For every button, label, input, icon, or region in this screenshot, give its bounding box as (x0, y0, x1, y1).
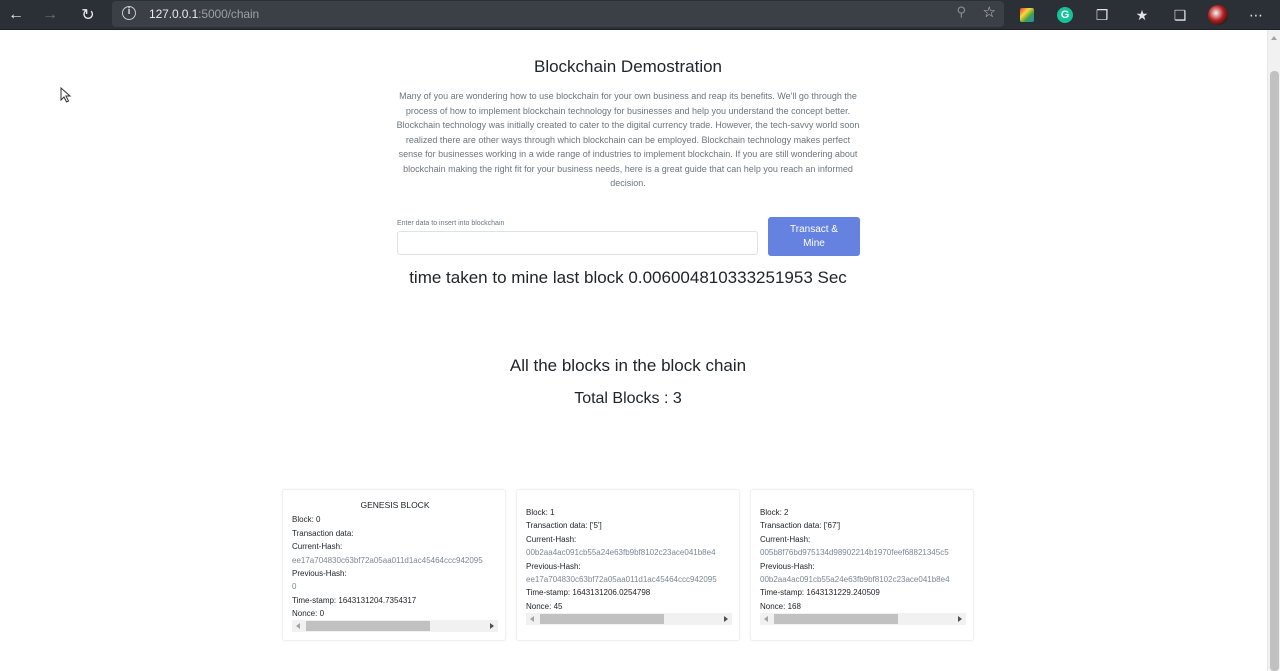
card-horizontal-scrollbar[interactable] (292, 620, 498, 632)
favorite-add-icon[interactable]: ☆ (983, 3, 996, 21)
card-horizontal-scrollbar[interactable] (760, 613, 966, 625)
data-input-label: Enter data to insert into blockchain (397, 220, 505, 227)
page-content: Blockchain Demostration Many of you are … (0, 30, 1266, 671)
current-hash-value: 005b8f76bd975134d98902214b1970feef688213… (760, 548, 949, 558)
collections-icon[interactable]: ❏ (1171, 6, 1189, 24)
current-hash-label: Current-Hash: (526, 534, 577, 544)
scroll-left-icon[interactable] (530, 616, 534, 622)
current-hash-value: ee17a704830c63bf72a05aa011d1ac45464ccc94… (292, 555, 483, 565)
mine-time-text: time taken to mine last block 0.00600481… (409, 268, 847, 287)
url-path: :5000/chain (198, 7, 260, 21)
timestamp: Time-stamp: 1643131206.0254798 (526, 588, 651, 598)
block-number: Block: 2 (760, 508, 789, 517)
previous-hash-label: Previous-Hash: (292, 569, 347, 579)
previous-hash-value: 0 (292, 582, 297, 592)
timestamp: Time-stamp: 1643131229.240509 (760, 588, 880, 598)
forward-icon[interactable]: → (34, 0, 66, 30)
transaction-data: Transaction data: ['5'] (526, 521, 602, 531)
previous-hash-label: Previous-Hash: (526, 561, 581, 571)
genesis-block-title: GENESIS BLOCK (360, 500, 430, 510)
transaction-data: Transaction data: (292, 528, 354, 538)
transact-mine-button[interactable]: Transact & Mine (768, 217, 860, 256)
card-horizontal-scrollbar[interactable] (526, 613, 732, 625)
previous-hash-value: ee17a704830c63bf72a05aa011d1ac45464ccc94… (526, 575, 717, 585)
previous-hash-label: Previous-Hash: (760, 561, 815, 571)
color-extension-icon[interactable] (1020, 8, 1034, 22)
data-input[interactable] (397, 231, 758, 255)
block-card: Block: 1 Transaction data: ['5'] Current… (516, 489, 740, 641)
page-vertical-scrollbar[interactable] (1267, 30, 1280, 671)
browser-toolbar: ← → ↻ i 127.0.0.1:5000/chain ⚲ ☆ G ❒ ★ ❏… (0, 0, 1280, 30)
address-bar[interactable]: i 127.0.0.1:5000/chain ⚲ ☆ (112, 1, 1004, 27)
grammarly-icon[interactable]: G (1057, 7, 1073, 23)
reload-icon[interactable]: ↻ (72, 0, 104, 30)
current-hash-label: Current-Hash: (760, 534, 811, 544)
profile-avatar[interactable] (1208, 5, 1228, 25)
blocks-heading: All the blocks in the block chain (509, 356, 747, 375)
nonce: Nonce: 45 (526, 601, 563, 611)
page-title: Blockchain Demostration (533, 57, 723, 76)
current-hash-value: 00b2aa4ac091cb55a24e63fb9bf8102c23ace041… (526, 548, 716, 558)
site-info-icon[interactable]: i (122, 6, 136, 20)
previous-hash-value: 00b2aa4ac091cb55a24e63fb9bf8102c23ace041… (760, 575, 950, 585)
block-number: Block: 0 (292, 515, 321, 525)
scroll-right-icon[interactable] (490, 623, 494, 629)
page-description: Many of you are wondering how to use blo… (396, 91, 860, 188)
timestamp: Time-stamp: 1643131204.7354317 (292, 595, 417, 605)
extensions-icon[interactable]: ❒ (1093, 6, 1111, 24)
scrollbar-thumb[interactable] (540, 614, 664, 624)
nonce: Nonce: 0 (292, 609, 325, 619)
scroll-right-icon[interactable] (958, 616, 962, 622)
scroll-up-icon[interactable] (1271, 36, 1277, 40)
scrollbar-thumb[interactable] (1270, 71, 1279, 671)
nonce: Nonce: 168 (760, 601, 801, 611)
scrollbar-thumb[interactable] (306, 621, 430, 631)
mouse-cursor-icon (60, 87, 72, 103)
transaction-data: Transaction data: ['67'] (760, 521, 841, 531)
address-url[interactable]: 127.0.0.1:5000/chain (149, 7, 259, 21)
favorites-icon[interactable]: ★ (1133, 6, 1151, 24)
zoom-icon[interactable]: ⚲ (956, 4, 966, 20)
block-card: GENESIS BLOCK Block: 0 Transaction data:… (282, 489, 506, 641)
scroll-left-icon[interactable] (764, 616, 768, 622)
scrollbar-thumb[interactable] (774, 614, 898, 624)
block-number: Block: 1 (526, 508, 555, 517)
current-hash-label: Current-Hash: (292, 542, 343, 552)
scroll-left-icon[interactable] (296, 623, 300, 629)
scroll-right-icon[interactable] (724, 616, 728, 622)
total-blocks-text: Total Blocks : 3 (574, 390, 682, 407)
more-menu-icon[interactable]: ⋯ (1247, 6, 1265, 24)
block-card: Block: 2 Transaction data: ['67'] Curren… (750, 489, 974, 641)
back-icon[interactable]: ← (0, 0, 32, 30)
url-host: 127.0.0.1 (149, 7, 199, 21)
